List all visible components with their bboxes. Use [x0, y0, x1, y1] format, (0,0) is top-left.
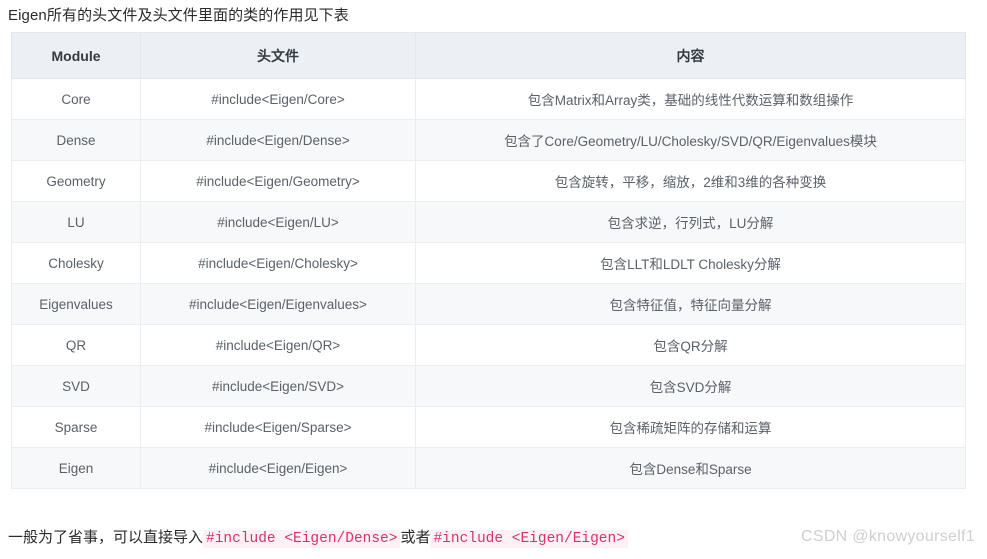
table-row: Cholesky #include<Eigen/Cholesky> 包含LLT和…	[11, 242, 966, 284]
table-row: QR #include<Eigen/QR> 包含QR分解	[11, 324, 966, 366]
column-header-headerfile: 头文件	[140, 32, 416, 79]
code-include-eigen: #include <Eigen/Eigen>	[430, 530, 628, 548]
cell-header-file: #include<Eigen/Sparse>	[140, 406, 416, 448]
table-row: SVD #include<Eigen/SVD> 包含SVD分解	[11, 365, 966, 407]
column-header-content: 内容	[415, 32, 966, 79]
cell-content: 包含旋转，平移，缩放，2维和3维的各种变换	[415, 160, 966, 202]
cell-content: 包含Matrix和Array类，基础的线性代数运算和数组操作	[415, 78, 966, 120]
eigen-modules-table: Module 头文件 内容 Core #include<Eigen/Core> …	[11, 32, 966, 489]
footer-middle-text: 或者	[400, 529, 431, 546]
cell-module: Sparse	[11, 406, 141, 448]
table-row: LU #include<Eigen/LU> 包含求逆，行列式，LU分解	[11, 201, 966, 243]
cell-module: Cholesky	[11, 242, 141, 284]
cell-module: Eigen	[11, 447, 141, 489]
cell-content: 包含稀疏矩阵的存储和运算	[415, 406, 966, 448]
cell-module: Geometry	[11, 160, 141, 202]
footer-lead-text: 一般为了省事，可以直接导入	[8, 529, 204, 546]
cell-header-file: #include<Eigen/Core>	[140, 78, 416, 120]
cell-module: SVD	[11, 365, 141, 407]
cell-content: 包含特征值，特征向量分解	[415, 283, 966, 325]
cell-module: Eigenvalues	[11, 283, 141, 325]
cell-module: Dense	[11, 119, 141, 161]
intro-paragraph: Eigen所有的头文件及头文件里面的类的作用见下表	[8, 7, 349, 24]
cell-content: 包含了Core/Geometry/LU/Cholesky/SVD/QR/Eige…	[415, 119, 966, 161]
cell-content: 包含QR分解	[415, 324, 966, 366]
table-header-row: Module 头文件 内容	[11, 32, 966, 79]
table-head: Module 头文件 内容	[11, 32, 966, 79]
table-row: Eigenvalues #include<Eigen/Eigenvalues> …	[11, 283, 966, 325]
csdn-watermark: CSDN @knowyourself1	[801, 528, 975, 545]
table-row: Eigen #include<Eigen/Eigen> 包含Dense和Spar…	[11, 447, 966, 489]
cell-content: 包含Dense和Sparse	[415, 447, 966, 489]
cell-header-file: #include<Eigen/Eigen>	[140, 447, 416, 489]
cell-header-file: #include<Eigen/SVD>	[140, 365, 416, 407]
table-row: Core #include<Eigen/Core> 包含Matrix和Array…	[11, 78, 966, 120]
eigen-modules-table-container: Module 头文件 内容 Core #include<Eigen/Core> …	[11, 32, 966, 489]
table-row: Dense #include<Eigen/Dense> 包含了Core/Geom…	[11, 119, 966, 161]
column-header-module: Module	[11, 32, 141, 79]
cell-header-file: #include<Eigen/Cholesky>	[140, 242, 416, 284]
cell-content: 包含求逆，行列式，LU分解	[415, 201, 966, 243]
cell-module: LU	[11, 201, 141, 243]
page-root: Eigen所有的头文件及头文件里面的类的作用见下表 Module 头文件 内容 …	[0, 0, 987, 559]
table-body: Core #include<Eigen/Core> 包含Matrix和Array…	[11, 78, 966, 489]
footer-note: 一般为了省事，可以直接导入 #include <Eigen/Dense> 或者 #in…	[8, 527, 628, 550]
table-row: Sparse #include<Eigen/Sparse> 包含稀疏矩阵的存储和…	[11, 406, 966, 448]
table-row: Geometry #include<Eigen/Geometry> 包含旋转，平…	[11, 160, 966, 202]
cell-header-file: #include<Eigen/Dense>	[140, 119, 416, 161]
cell-content: 包含LLT和LDLT Cholesky分解	[415, 242, 966, 284]
code-include-dense: #include <Eigen/Dense>	[203, 530, 401, 548]
cell-module: Core	[11, 78, 141, 120]
cell-module: QR	[11, 324, 141, 366]
cell-header-file: #include<Eigen/Geometry>	[140, 160, 416, 202]
cell-header-file: #include<Eigen/LU>	[140, 201, 416, 243]
cell-header-file: #include<Eigen/Eigenvalues>	[140, 283, 416, 325]
cell-header-file: #include<Eigen/QR>	[140, 324, 416, 366]
cell-content: 包含SVD分解	[415, 365, 966, 407]
